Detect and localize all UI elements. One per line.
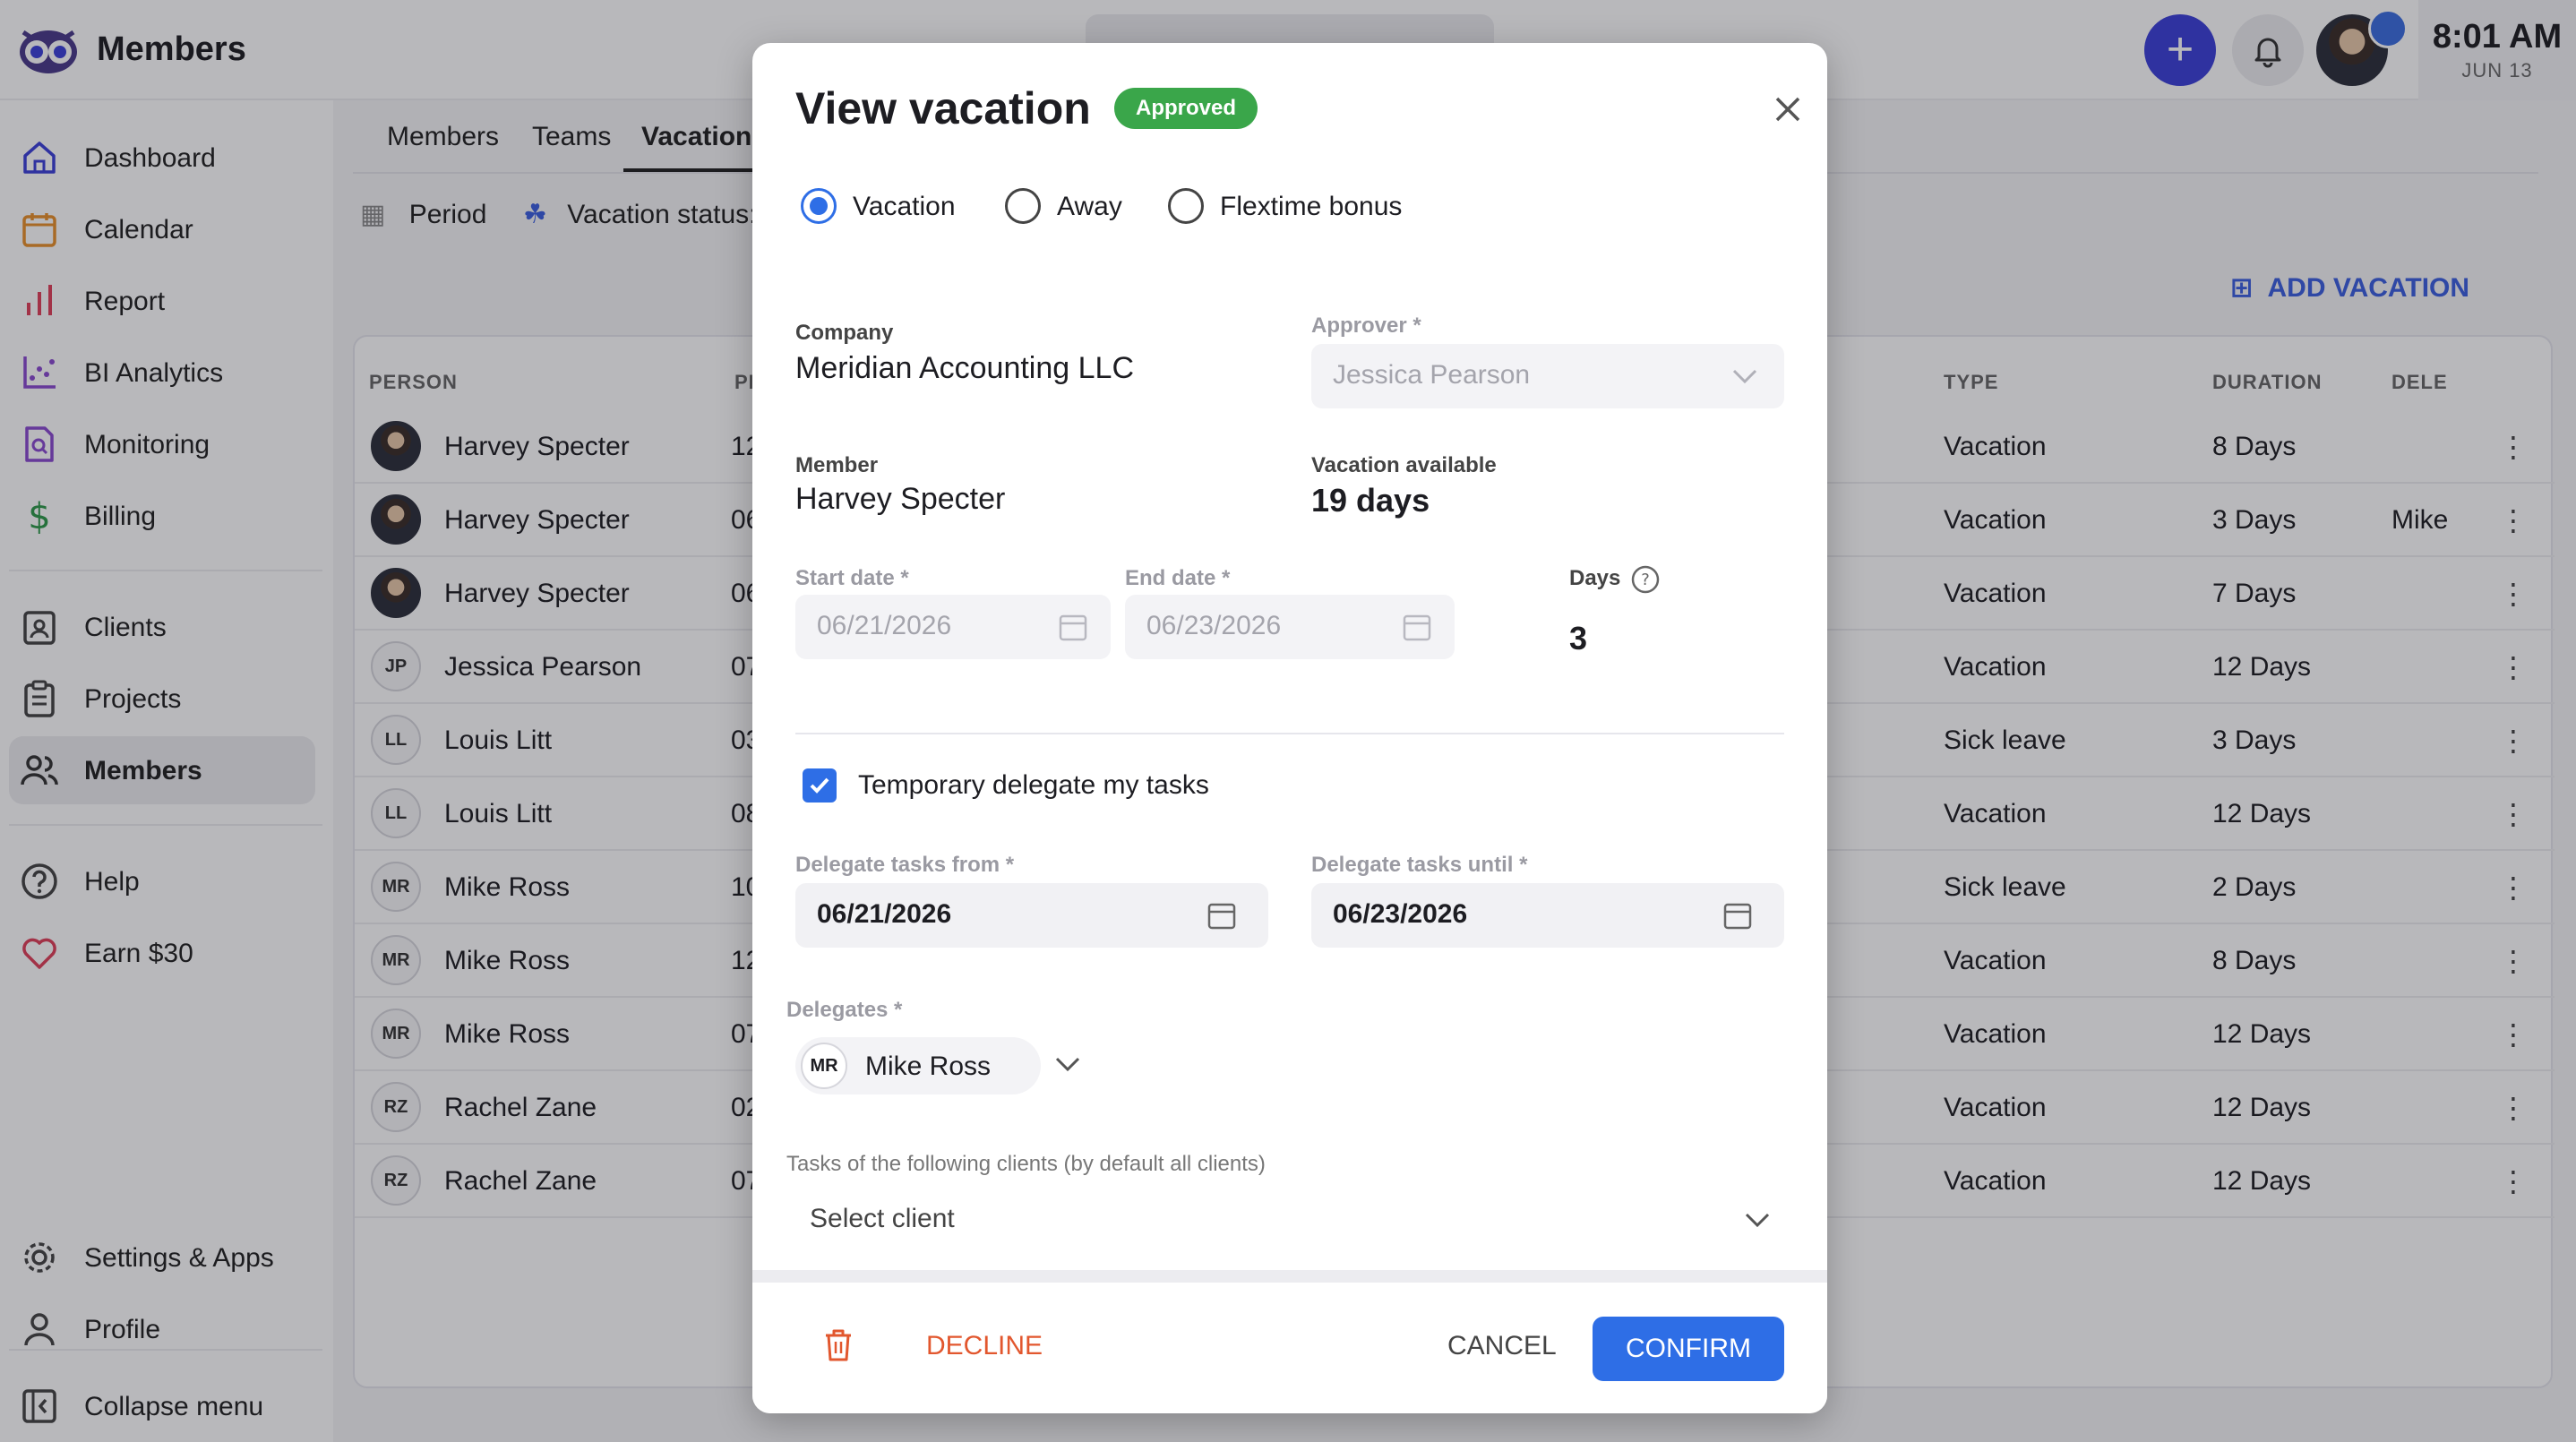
svg-text:?: ?: [1641, 571, 1650, 589]
member-label: Member: [795, 453, 879, 477]
calendar-icon: [1059, 614, 1087, 641]
cancel-button[interactable]: CANCEL: [1447, 1331, 1557, 1361]
calendar-icon: [1207, 903, 1236, 930]
decline-button[interactable]: DECLINE: [926, 1331, 1043, 1361]
radio-label: Away: [1057, 192, 1122, 221]
vacation-available-label: Vacation available: [1311, 453, 1497, 477]
start-date-field[interactable]: 06/21/2026: [795, 595, 1111, 659]
delegate-name: Mike Ross: [865, 1051, 992, 1081]
checkmark-icon: [810, 777, 829, 794]
view-vacation-dialog: View vacation Approved Vacation Away Fle…: [752, 43, 1827, 1413]
delegate-chip[interactable]: MR Mike Ross: [795, 1037, 1041, 1094]
status-badge: Approved: [1114, 88, 1258, 129]
radio-label: Vacation: [853, 192, 956, 221]
company-label: Company: [795, 321, 894, 345]
delegate-until-field[interactable]: 06/23/2026: [1311, 883, 1784, 948]
days-value: 3: [1569, 620, 1588, 657]
calendar-icon: [1403, 614, 1431, 641]
approver-select[interactable]: Jessica Pearson: [1311, 344, 1784, 408]
trash-icon[interactable]: [822, 1327, 854, 1363]
start-date-label: Start date *: [795, 566, 909, 590]
vacation-available-value: 19 days: [1311, 482, 1430, 519]
radio-flextime-bonus[interactable]: Flextime bonus: [1168, 185, 1410, 229]
radio-vacation[interactable]: Vacation: [801, 185, 962, 229]
chevron-down-icon: [1732, 369, 1757, 384]
delegate-avatar: MR: [801, 1043, 847, 1089]
end-date-value: 06/23/2026: [1146, 611, 1282, 640]
calendar-icon: [1723, 903, 1752, 930]
radio-away[interactable]: Away: [1005, 185, 1139, 229]
chevron-down-icon[interactable]: [1053, 1050, 1082, 1078]
radio-indicator: [1005, 188, 1041, 224]
delegate-checkbox-label[interactable]: Temporary delegate my tasks: [858, 770, 1209, 801]
days-label: Days: [1569, 566, 1621, 590]
clients-label: Tasks of the following clients (by defau…: [786, 1152, 1266, 1176]
company-value: Meridian Accounting LLC: [795, 351, 1135, 385]
footer-divider: [752, 1270, 1827, 1283]
start-date-value: 06/21/2026: [817, 611, 952, 640]
radio-indicator: [801, 188, 837, 224]
section-divider: [795, 733, 1784, 734]
chevron-down-icon[interactable]: [1743, 1206, 1772, 1234]
help-circle-icon[interactable]: ?: [1630, 564, 1661, 595]
radio-indicator: [1168, 188, 1204, 224]
close-icon[interactable]: [1768, 90, 1807, 129]
confirm-button[interactable]: CONFIRM: [1593, 1317, 1784, 1381]
radio-label: Flextime bonus: [1220, 192, 1403, 221]
approver-value: Jessica Pearson: [1333, 360, 1531, 390]
end-date-label: End date *: [1125, 566, 1231, 590]
delegate-checkbox[interactable]: [803, 768, 837, 803]
delegates-label: Delegates *: [786, 998, 903, 1022]
delegate-until-value: 06/23/2026: [1333, 899, 1468, 929]
delegate-from-value: 06/21/2026: [817, 899, 952, 929]
delegate-until-label: Delegate tasks until *: [1311, 853, 1528, 877]
dialog-footer: DECLINE CANCEL CONFIRM: [752, 1283, 1827, 1413]
delegate-from-field[interactable]: 06/21/2026: [795, 883, 1268, 948]
delegate-from-label: Delegate tasks from *: [795, 853, 1015, 877]
client-select[interactable]: Select client: [810, 1204, 955, 1234]
approver-label: Approver *: [1311, 313, 1421, 338]
end-date-field[interactable]: 06/23/2026: [1125, 595, 1455, 659]
dialog-title: View vacation: [795, 83, 1091, 133]
member-value: Harvey Specter: [795, 482, 1006, 516]
